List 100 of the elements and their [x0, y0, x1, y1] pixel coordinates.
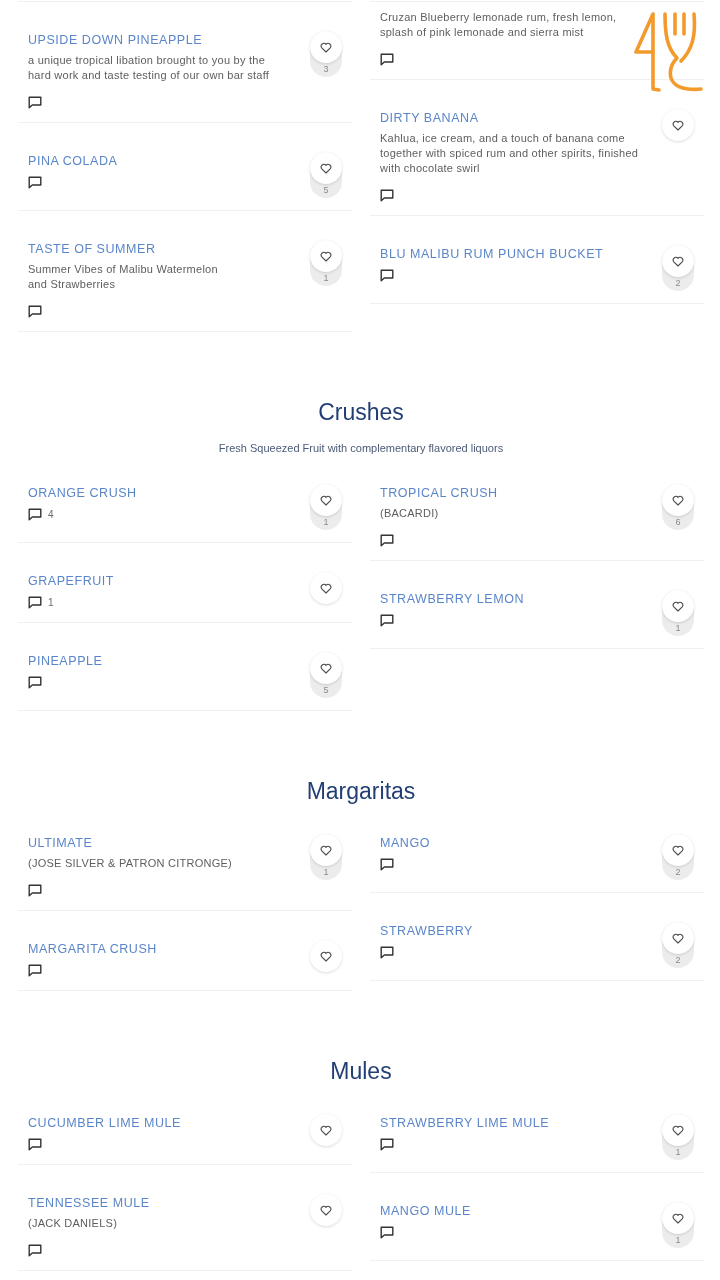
- drink-description: a unique tropical libation brought to you by the hard work and taste testing of our own bar staff: [28, 53, 271, 83]
- heart-icon: [320, 582, 332, 594]
- speech-bubble-icon: [380, 52, 394, 66]
- heart-icon: [672, 1212, 684, 1224]
- comment-button[interactable]: [380, 856, 394, 872]
- like-button[interactable]: 5: [310, 652, 342, 698]
- speech-bubble-icon: [28, 675, 42, 689]
- like-button[interactable]: 1: [310, 834, 342, 880]
- drink-name[interactable]: MANGO: [380, 834, 430, 852]
- like-button[interactable]: 6: [662, 484, 694, 530]
- heart-icon: [320, 162, 332, 174]
- like-button[interactable]: 1: [310, 240, 342, 286]
- drink-name[interactable]: MANGO MULE: [380, 1202, 471, 1220]
- drink-name[interactable]: PINA COLADA: [28, 152, 118, 170]
- like-button[interactable]: 3: [310, 31, 342, 77]
- drink-name[interactable]: STRAWBERRY LIME MULE: [380, 1114, 550, 1132]
- drink-description: Cruzan Blueberry lemonade rum, fresh lemon, splash of pink lemonade and sierra mist: [380, 10, 618, 40]
- comment-button[interactable]: [28, 1136, 42, 1152]
- drink-description: (BACARDI): [380, 506, 439, 521]
- heart-icon: [672, 1124, 684, 1136]
- heart-icon: [320, 662, 332, 674]
- speech-bubble-icon: [28, 507, 42, 521]
- like-button[interactable]: 1: [662, 1114, 694, 1160]
- heart-icon: [320, 1124, 332, 1136]
- comment-button[interactable]: [380, 187, 394, 203]
- comment-button[interactable]: [380, 1224, 394, 1240]
- heart-icon: [672, 494, 684, 506]
- speech-bubble-icon: [380, 1137, 394, 1151]
- like-button[interactable]: [310, 572, 342, 604]
- like-button[interactable]: [662, 109, 694, 141]
- speech-bubble-icon: [28, 963, 42, 977]
- speech-bubble-icon: [380, 945, 394, 959]
- like-button[interactable]: 2: [662, 245, 694, 291]
- comment-button[interactable]: [28, 94, 42, 110]
- like-button[interactable]: [310, 1114, 342, 1146]
- speech-bubble-icon: [28, 95, 42, 109]
- comment-button[interactable]: [28, 674, 42, 690]
- comment-button[interactable]: [380, 612, 394, 628]
- drink-name[interactable]: GRAPEFRUIT: [28, 572, 115, 590]
- speech-bubble-icon: [28, 1243, 42, 1257]
- comment-button[interactable]: 1: [28, 594, 54, 610]
- comment-button[interactable]: [28, 962, 42, 978]
- speech-bubble-icon: [28, 175, 42, 189]
- like-button[interactable]: 1: [662, 1202, 694, 1248]
- comment-button[interactable]: [380, 1136, 394, 1152]
- drink-name[interactable]: DIRTY BANANA: [380, 109, 479, 127]
- heart-icon: [320, 1204, 332, 1216]
- comment-button[interactable]: [380, 944, 394, 960]
- drink-name[interactable]: ULTIMATE: [28, 834, 93, 852]
- comment-button[interactable]: [380, 532, 394, 548]
- comment-button[interactable]: [28, 1242, 42, 1258]
- like-button[interactable]: 2: [662, 922, 694, 968]
- heart-icon: [672, 255, 684, 267]
- speech-bubble-icon: [380, 1225, 394, 1239]
- like-button[interactable]: 5: [310, 152, 342, 198]
- comment-button[interactable]: [28, 174, 42, 190]
- heart-icon: [672, 932, 684, 944]
- speech-bubble-icon: [380, 613, 394, 627]
- comment-button[interactable]: 4: [28, 506, 54, 522]
- comment-button[interactable]: [380, 51, 394, 67]
- speech-bubble-icon: [28, 595, 42, 609]
- drink-name[interactable]: TASTE OF SUMMER: [28, 240, 156, 258]
- comment-button[interactable]: [28, 882, 42, 898]
- like-button[interactable]: 2: [662, 834, 694, 880]
- like-button[interactable]: 1: [662, 590, 694, 636]
- like-button[interactable]: [310, 1194, 342, 1226]
- heart-icon: [320, 844, 332, 856]
- section-heading: Margaritas: [305, 777, 417, 805]
- drink-name[interactable]: UPSIDE DOWN PINEAPPLE: [28, 31, 203, 49]
- heart-icon: [672, 119, 684, 131]
- heart-icon: [320, 250, 332, 262]
- drink-name[interactable]: MARGARITA CRUSH: [28, 940, 157, 958]
- speech-bubble-icon: [380, 188, 394, 202]
- heart-icon: [320, 41, 332, 53]
- drink-name[interactable]: CUCUMBER LIME MULE: [28, 1114, 181, 1132]
- speech-bubble-icon: [380, 268, 394, 282]
- drink-name[interactable]: TROPICAL CRUSH: [380, 484, 498, 502]
- drink-description: (JOSE SILVER & PATRON CITRONGE): [28, 856, 232, 871]
- speech-bubble-icon: [380, 857, 394, 871]
- speech-bubble-icon: [380, 533, 394, 547]
- like-button[interactable]: [310, 940, 342, 972]
- drink-name[interactable]: STRAWBERRY LEMON: [380, 590, 524, 608]
- drink-description: (JACK DANIELS): [28, 1216, 118, 1231]
- drink-name[interactable]: STRAWBERRY: [380, 922, 473, 940]
- section-heading: Crushes: [317, 398, 405, 426]
- speech-bubble-icon: [28, 304, 42, 318]
- heart-icon: [672, 844, 684, 856]
- section-heading: Mules: [329, 1057, 393, 1085]
- heart-icon: [320, 494, 332, 506]
- drink-name[interactable]: ORANGE CRUSH: [28, 484, 137, 502]
- drink-name[interactable]: BLU MALIBU RUM PUNCH BUCKET: [380, 245, 604, 263]
- drink-name[interactable]: PINEAPPLE: [28, 652, 103, 670]
- drink-name[interactable]: TENNESSEE MULE: [28, 1194, 150, 1212]
- heart-icon: [320, 950, 332, 962]
- drink-description: Kahlua, ice cream, and a touch of banana come together with spiced rum and other spirits, finished with chocolate swirl: [380, 131, 640, 176]
- comment-button[interactable]: [380, 267, 394, 283]
- like-button[interactable]: 1: [310, 484, 342, 530]
- section-subtitle: Fresh Squeezed Fruit with complementary flavored liquors: [217, 441, 505, 455]
- heart-icon: [672, 600, 684, 612]
- comment-button[interactable]: [28, 303, 42, 319]
